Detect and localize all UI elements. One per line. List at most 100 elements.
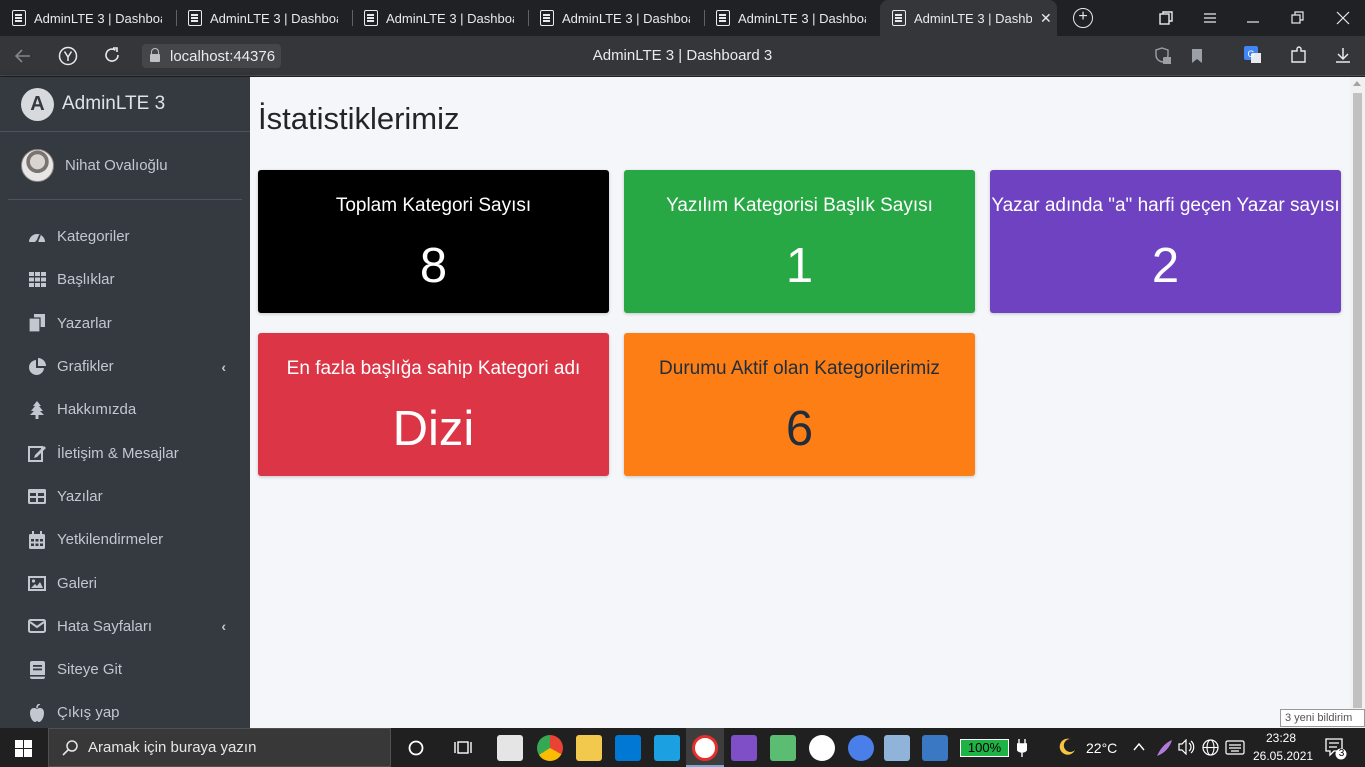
translate-icon[interactable]: G [1243, 45, 1261, 63]
menu-icon[interactable] [1203, 11, 1217, 25]
app-icon[interactable] [848, 735, 874, 761]
page-icon [364, 10, 378, 26]
tab-title: AdminLTE 3 | Dashboard 3 [34, 10, 162, 26]
app-icon[interactable] [884, 735, 910, 761]
image-icon [28, 574, 46, 592]
temperature[interactable]: 22°C [1086, 740, 1117, 756]
stat-card-software-titles: Yazılım Kategorisi Başlık Sayısı 1 [624, 170, 975, 313]
taskbar: Aramak için buraya yazın 100% 22°C 23:28… [0, 728, 1365, 767]
minimize-icon[interactable] [1246, 11, 1260, 25]
browser-tab[interactable]: AdminLTE 3 | Dashboard 3 [528, 4, 704, 32]
sidebar-item-siteye-git[interactable]: Siteye Git [0, 648, 250, 691]
battery-indicator[interactable]: 100% [960, 739, 1009, 757]
cortana-icon[interactable] [408, 740, 424, 756]
scrollbar-thumb[interactable] [1353, 93, 1362, 708]
page-scrollbar[interactable] [1350, 77, 1365, 728]
stat-card-value: 6 [785, 402, 814, 456]
sidebar-item-label: Yetkilendirmeler [57, 531, 164, 549]
sidebar-item-yazarlar[interactable]: Yazarlar [0, 302, 250, 345]
chevron-up-icon[interactable] [1133, 742, 1145, 752]
sidebar-item-label: Kategoriler [57, 228, 130, 246]
download-icon[interactable] [1334, 46, 1352, 64]
sidebar-item-grafikler[interactable]: Grafikler ‹ [0, 345, 250, 388]
restore-icon[interactable] [1291, 11, 1305, 25]
page-icon [716, 10, 730, 26]
github-icon[interactable] [809, 735, 835, 761]
collections-icon[interactable] [1158, 10, 1174, 26]
brand-link[interactable]: A AdminLTE 3 [0, 77, 250, 132]
sidebar-menu: Kategoriler Başlıklar Yazarlar Grafikler… [0, 215, 250, 735]
sidebar-item-hakkimizda[interactable]: Hakkımızda [0, 388, 250, 431]
taskbar-search-input[interactable]: Aramak için buraya yazın [48, 728, 391, 767]
new-tab-button[interactable]: + [1073, 8, 1093, 28]
clock-date[interactable]: 26.05.2021 [1253, 749, 1313, 763]
volume-icon[interactable] [1178, 739, 1196, 755]
store-icon[interactable] [497, 735, 523, 761]
sidebar: A AdminLTE 3 Nihat Ovalıoğlu Kategoriler… [0, 77, 250, 728]
user-name: Nihat Ovalıoğlu [65, 157, 168, 174]
user-panel[interactable]: Nihat Ovalıoğlu [8, 132, 242, 200]
weather-moon-icon[interactable] [1058, 738, 1076, 756]
address-bar: localhost:44376 AdminLTE 3 | Dashboard 3… [0, 36, 1365, 76]
file-explorer-icon[interactable] [576, 735, 602, 761]
chart-pie-icon [28, 357, 46, 376]
sidebar-item-galeri[interactable]: Galeri [0, 561, 250, 604]
tachometer-icon [28, 228, 46, 246]
sidebar-item-yetkilendirmeler[interactable]: Yetkilendirmeler [0, 518, 250, 561]
stat-card-value: 8 [419, 239, 448, 293]
notification-count-badge: 3 [1338, 748, 1345, 759]
browser-tab-active[interactable]: AdminLTE 3 | Dashboard 3 ✕ [880, 0, 1057, 36]
keyboard-icon[interactable] [1225, 740, 1245, 755]
sidebar-item-label: Hata Sayfaları [57, 617, 153, 635]
stat-card-total-categories: Toplam Kategori Sayısı 8 [258, 170, 609, 313]
columns-icon [28, 487, 46, 505]
feather-icon[interactable] [1155, 739, 1173, 757]
browser-tab[interactable]: AdminLTE 3 | Dashboard 3 [0, 4, 176, 32]
sidebar-item-yazilar[interactable]: Yazılar [0, 475, 250, 518]
browser-tab[interactable]: AdminLTE 3 | Dashboard 3 [352, 4, 528, 32]
chevron-left-icon: ‹ [221, 618, 226, 635]
bookmark-icon[interactable] [1191, 48, 1209, 66]
sidebar-item-kategoriler[interactable]: Kategoriler [0, 215, 250, 258]
close-tab-icon[interactable]: ✕ [1040, 10, 1052, 27]
language-globe-icon[interactable] [1202, 739, 1219, 756]
windows-start-icon[interactable] [15, 740, 32, 757]
th-grid-icon [28, 271, 46, 289]
stat-card-authors-with-a: Yazar adında "a" harfi geçen Yazar sayıs… [990, 170, 1341, 313]
browser-tab-strip: AdminLTE 3 | Dashboard 3 AdminLTE 3 | Da… [0, 0, 1365, 36]
mail-icon[interactable] [615, 735, 641, 761]
brand-text: AdminLTE 3 [62, 93, 166, 114]
sidebar-item-label: Çıkış yap [57, 704, 120, 722]
notification-popup[interactable]: 3 yeni bildirim [1280, 709, 1365, 727]
stat-card-label: Durumu Aktif olan Kategorilerimiz [659, 358, 940, 379]
app-icon[interactable] [770, 735, 796, 761]
sidebar-item-label: Grafikler [57, 358, 114, 376]
extensions-icon[interactable] [1289, 46, 1307, 64]
stat-card-value: 1 [785, 239, 814, 293]
tab-title: AdminLTE 3 | Dashboard 3 [914, 10, 1032, 26]
chevron-left-icon: ‹ [221, 358, 226, 375]
stat-card-active-categories: Durumu Aktif olan Kategorilerimiz 6 [624, 333, 975, 476]
task-view-icon[interactable] [454, 739, 472, 756]
sidebar-item-hata-sayfalari[interactable]: Hata Sayfaları ‹ [0, 605, 250, 648]
scroll-up-arrow-icon[interactable] [1353, 81, 1361, 86]
browser-tab[interactable]: AdminLTE 3 | Dashboard 3 [176, 4, 352, 32]
content-wrapper: İstatistiklerimiz Toplam Kategori Sayısı… [250, 77, 1350, 728]
sidebar-item-iletisim[interactable]: İletişim & Mesajlar [0, 431, 250, 474]
sidebar-item-label: Galeri [57, 574, 98, 592]
yandex-browser-taskbar-button[interactable] [686, 728, 724, 767]
visual-studio-icon[interactable] [731, 735, 757, 761]
page-icon [540, 10, 554, 26]
tab-title: AdminLTE 3 | Dashboard 3 [738, 10, 866, 26]
avatar [21, 149, 54, 182]
sidebar-item-basliklar[interactable]: Başlıklar [0, 258, 250, 301]
photos-icon[interactable] [922, 735, 948, 761]
stat-card-label: Yazılım Kategorisi Başlık Sayısı [666, 195, 933, 216]
app-l-icon[interactable] [654, 735, 680, 761]
close-window-icon[interactable] [1336, 11, 1350, 25]
clock-time[interactable]: 23:28 [1266, 731, 1296, 745]
browser-tab[interactable]: AdminLTE 3 | Dashboard 3 [704, 4, 880, 32]
chrome-icon[interactable] [537, 735, 563, 761]
protect-shield-icon[interactable] [1153, 46, 1171, 64]
calendar-icon [28, 530, 46, 549]
